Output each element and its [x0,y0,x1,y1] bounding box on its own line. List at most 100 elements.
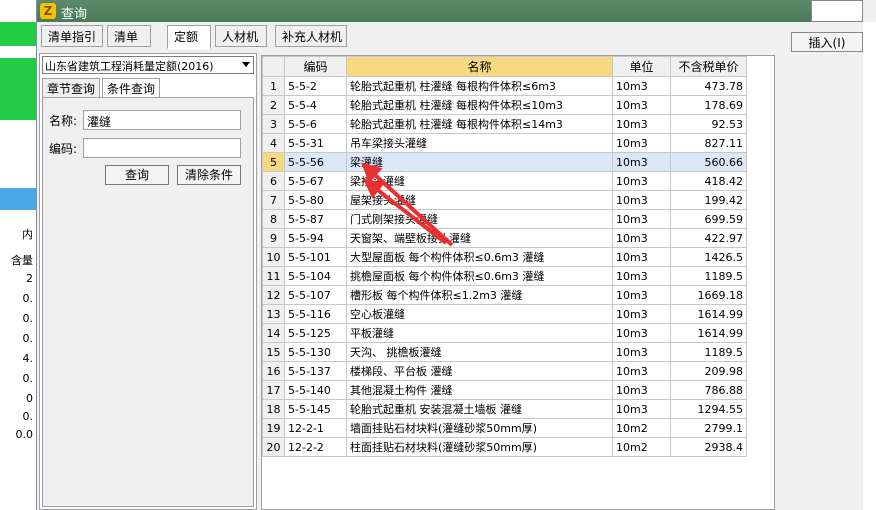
row-code: 5-5-101 [284,247,347,267]
header-name[interactable]: 名称 [346,56,613,77]
row-code: 5-5-87 [284,209,347,229]
row-code: 5-5-125 [284,323,347,343]
query-button[interactable]: 查询 [105,165,169,185]
row-index: 15 [262,342,285,362]
name-input[interactable]: 灌缝 [83,110,241,130]
table-row[interactable]: 14 5-5-125 平板灌缝 10m3 1614.99 [262,323,747,343]
row-unit: 10m3 [612,152,671,172]
table-row[interactable]: 17 5-5-140 其他混凝土构件 灌缝 10m3 786.88 [262,380,747,400]
row-name: 空心板灌缝 [346,304,613,324]
row-unit: 10m3 [612,266,671,286]
tab-bill-guide[interactable]: 清单指引 [41,25,103,47]
row-unit: 10m3 [612,399,671,419]
table-row[interactable]: 20 12-2-2 柱面挂贴石材块料(灌缝砂浆50mm厚) 10m2 2938.4 [262,437,747,457]
background-blue-bar [0,188,36,210]
header-index [262,56,285,77]
row-code: 5-5-80 [284,190,347,210]
background-green-bar [0,22,36,46]
row-code: 5-5-107 [284,285,347,305]
table-row[interactable]: 8 5-5-87 门式刚架接头灌缝 10m3 699.59 [262,209,747,229]
table-row[interactable]: 13 5-5-116 空心板灌缝 10m3 1614.99 [262,304,747,324]
row-index: 17 [262,380,285,400]
row-price: 1189.5 [670,342,747,362]
row-index: 6 [262,171,285,191]
row-name: 屋架接头灌缝 [346,190,613,210]
table-row[interactable]: 15 5-5-130 天沟、 挑檐板灌缝 10m3 1189.5 [262,342,747,362]
row-price: 1614.99 [670,304,747,324]
clear-conditions-button[interactable]: 清除条件 [177,165,241,185]
row-price: 1669.18 [670,285,747,305]
row-code: 5-5-31 [284,133,347,153]
row-unit: 10m3 [612,285,671,305]
row-unit: 10m3 [612,133,671,153]
table-row[interactable]: 4 5-5-31 吊车梁接头灌缝 10m3 827.11 [262,133,747,153]
subtab-chapter-query[interactable]: 章节查询 [42,78,100,98]
background-text: 0.0 [15,428,34,441]
row-price: 699.59 [670,209,747,229]
row-price: 560.66 [670,152,747,172]
table-row[interactable]: 3 5-5-6 轮胎式起重机 柱灌缝 每根构件体积≤14m3 10m3 92.53 [262,114,747,134]
row-price: 199.42 [670,190,747,210]
row-price: 2799.1 [670,418,747,438]
app-logo-icon: Z [40,3,56,19]
row-index: 16 [262,361,285,381]
row-name: 槽形板 每个构件体积≤1.2m3 灌缝 [346,285,613,305]
row-price: 178.69 [670,95,747,115]
row-code: 5-5-104 [284,266,347,286]
row-name: 轮胎式起重机 柱灌缝 每根构件体积≤10m3 [346,95,613,115]
header-unit[interactable]: 单位 [612,56,671,77]
table-row[interactable]: 9 5-5-94 天窗架、端壁板接头灌缝 10m3 422.97 [262,228,747,248]
background-text: 0. [22,312,34,325]
row-unit: 10m3 [612,114,671,134]
table-row[interactable]: 16 5-5-137 楼梯段、平台板 灌缝 10m3 209.98 [262,361,747,381]
row-name: 其他混凝土构件 灌缝 [346,380,613,400]
close-button[interactable] [811,0,863,22]
header-code[interactable]: 编码 [284,56,347,77]
table-row[interactable]: 7 5-5-80 屋架接头灌缝 10m3 199.42 [262,190,747,210]
quota-library-select[interactable]: 山东省建筑工程消耗量定额(2016) [42,56,254,74]
header-price-excl-tax[interactable]: 不含税单价 [670,56,747,77]
background-text: 0. [22,372,34,385]
chevron-down-icon[interactable] [242,62,250,67]
row-price: 209.98 [670,361,747,381]
title-bar[interactable]: Z 查询 [37,0,863,22]
row-index: 3 [262,114,285,134]
background-text: 0. [22,410,34,423]
row-unit: 10m3 [612,323,671,343]
row-name: 梁接头灌缝 [346,171,613,191]
row-code: 5-5-67 [284,171,347,191]
tab-supplement-labor-material-machine[interactable]: 补充人材机 [275,25,347,47]
row-unit: 10m3 [612,304,671,324]
row-name: 吊车梁接头灌缝 [346,133,613,153]
subtab-condition-query[interactable]: 条件查询 [102,78,160,98]
table-row[interactable]: 18 5-5-145 轮胎式起重机 安装混凝土墙板 灌缝 10m3 1294.55 [262,399,747,419]
table-row[interactable]: 1 5-5-2 轮胎式起重机 柱灌缝 每根构件体积≤6m3 10m3 473.78 [262,76,747,96]
table-row[interactable]: 12 5-5-107 槽形板 每个构件体积≤1.2m3 灌缝 10m3 1669.18 [262,285,747,305]
row-price: 2938.4 [670,437,747,457]
table-header-row: 编码 名称 单位 不含税单价 [262,56,747,77]
row-code: 5-5-94 [284,228,347,248]
row-price: 827.11 [670,133,747,153]
row-code: 5-5-145 [284,399,347,419]
row-price: 92.53 [670,114,747,134]
table-row[interactable]: 10 5-5-101 大型屋面板 每个构件体积≤0.6m3 灌缝 10m3 1426.5 [262,247,747,267]
row-index: 1 [262,76,285,96]
table-row[interactable]: 19 12-2-1 墙面挂贴石材块料(灌缝砂浆50mm厚) 10m2 2799.1 [262,418,747,438]
insert-button[interactable]: 插入(I) [791,32,863,52]
row-code: 12-2-2 [284,437,347,457]
table-row[interactable]: 11 5-5-104 挑檐屋面板 每个构件体积≤0.6m3 灌缝 10m3 1189.5 [262,266,747,286]
row-index: 4 [262,133,285,153]
row-price: 418.42 [670,171,747,191]
row-unit: 10m3 [612,76,671,96]
table-row[interactable]: 6 5-5-67 梁接头灌缝 10m3 418.42 [262,171,747,191]
row-code: 5-5-116 [284,304,347,324]
row-name: 大型屋面板 每个构件体积≤0.6m3 灌缝 [346,247,613,267]
code-input[interactable] [83,138,241,158]
table-row[interactable]: 5 5-5-56 梁灌缝 10m3 560.66 [262,152,747,172]
tab-quota[interactable]: 定额 [167,25,211,49]
table-row[interactable]: 2 5-5-4 轮胎式起重机 柱灌缝 每根构件体积≤10m3 10m3 178.69 [262,95,747,115]
row-price: 1294.55 [670,399,747,419]
tab-labor-material-machine[interactable]: 人材机 [215,25,267,47]
results-table: 编码 名称 单位 不含税单价 1 5-5-2 轮胎式起重机 柱灌缝 每根构件体积≤6… [262,56,747,457]
tab-bill[interactable]: 清单 [107,25,151,47]
